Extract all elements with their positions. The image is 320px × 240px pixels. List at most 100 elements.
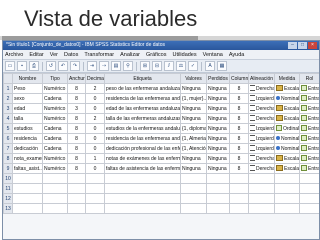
variable-values[interactable]: Ninguna [180, 163, 207, 174]
align-header[interactable]: Alineación [248, 73, 275, 84]
empty-cell[interactable] [180, 173, 207, 184]
empty-cell[interactable] [180, 193, 207, 204]
variable-columns[interactable]: 8 [229, 153, 249, 164]
insert-variable-icon[interactable]: ⊟ [152, 61, 162, 71]
empty-cell[interactable] [274, 183, 300, 194]
menu-item[interactable]: Archivo [5, 52, 23, 58]
empty-cell[interactable] [85, 173, 105, 184]
variable-role[interactable]: Entrada [299, 153, 319, 164]
row-number[interactable]: 3 [3, 103, 13, 114]
row-number[interactable]: 4 [3, 113, 13, 124]
type-header[interactable]: Tipo [42, 73, 68, 84]
variable-missing[interactable]: Ninguna [206, 103, 230, 114]
variable-decimals[interactable]: 0 [85, 103, 105, 114]
empty-cell[interactable] [12, 183, 43, 194]
variable-decimals[interactable]: 0 [85, 123, 105, 134]
empty-cell[interactable] [180, 183, 207, 194]
variable-measure[interactable]: Nominal [274, 143, 300, 154]
missing-header[interactable]: Perdidos [206, 73, 230, 84]
variable-decimals[interactable]: 0 [85, 163, 105, 174]
variable-measure[interactable]: Escala [274, 153, 300, 164]
variable-label[interactable]: residencia de las enfermeras andaluzas [104, 133, 181, 144]
variable-width[interactable]: 8 [67, 163, 86, 174]
label-header[interactable]: Etiqueta [104, 73, 181, 84]
variable-width[interactable]: 3 [67, 103, 86, 114]
variable-values[interactable]: {1, mujer}... [180, 93, 207, 104]
width-header[interactable]: Anchura [67, 73, 86, 84]
empty-cell[interactable] [206, 183, 230, 194]
undo-icon[interactable]: ↶ [58, 61, 68, 71]
empty-cell[interactable] [248, 183, 275, 194]
empty-cell[interactable] [229, 203, 249, 214]
variable-columns[interactable]: 8 [229, 103, 249, 114]
empty-cell[interactable] [248, 173, 275, 184]
empty-cell[interactable] [299, 173, 319, 184]
menu-item[interactable]: Gráficos [146, 52, 166, 58]
menu-item[interactable]: Utilidades [172, 52, 196, 58]
variable-missing[interactable]: Ninguna [206, 153, 230, 164]
empty-cell[interactable] [42, 183, 68, 194]
variable-decimals[interactable]: 1 [85, 153, 105, 164]
empty-cell[interactable] [229, 183, 249, 194]
variable-role[interactable]: Entrada [299, 93, 319, 104]
empty-cell[interactable] [42, 173, 68, 184]
variable-label[interactable]: dedicación profesional de las enfermeras… [104, 143, 181, 154]
variable-values[interactable]: Ninguna [180, 83, 207, 94]
variable-measure[interactable]: Nominal [274, 133, 300, 144]
variable-type[interactable]: Numérico [42, 113, 68, 124]
variable-name[interactable]: sexo [12, 93, 43, 104]
variable-label[interactable]: faltas de asistencia de las enfermeras a… [104, 163, 181, 174]
row-number[interactable]: 10 [3, 173, 13, 184]
variable-align[interactable]: Izquierda [248, 143, 275, 154]
variable-type[interactable]: Numérico [42, 83, 68, 94]
empty-cell[interactable] [104, 203, 181, 214]
row-number[interactable]: 1 [3, 83, 13, 94]
variable-name[interactable]: Peso [12, 83, 43, 94]
insert-cases-icon[interactable]: ⊞ [140, 61, 150, 71]
empty-cell[interactable] [206, 193, 230, 204]
variable-values[interactable]: Ninguna [180, 153, 207, 164]
variable-values[interactable]: {1, Atención... [180, 143, 207, 154]
name-header[interactable]: Nombre [12, 73, 43, 84]
empty-cell[interactable] [180, 203, 207, 214]
empty-cell[interactable] [299, 183, 319, 194]
variable-name[interactable]: estudios [12, 123, 43, 134]
empty-cell[interactable] [206, 203, 230, 214]
empty-cell[interactable] [85, 193, 105, 204]
goto-variable-icon[interactable]: ⇢ [99, 61, 109, 71]
variable-role[interactable]: Entrada [299, 113, 319, 124]
variable-type[interactable]: Cadena [42, 143, 68, 154]
variable-missing[interactable]: Ninguna [206, 113, 230, 124]
variable-width[interactable]: 8 [67, 83, 86, 94]
variable-measure[interactable]: Escala [274, 163, 300, 174]
variable-values[interactable]: Ninguna [180, 113, 207, 124]
empty-cell[interactable] [248, 203, 275, 214]
variable-name[interactable]: nota_examen [12, 153, 43, 164]
variable-label[interactable]: estudios de la enfermeras andaluzas [104, 123, 181, 134]
menu-item[interactable]: Ver [50, 52, 58, 58]
variable-name[interactable]: talla [12, 113, 43, 124]
find-icon[interactable]: ⚲ [123, 61, 133, 71]
variable-label[interactable]: edad de las enfermeras andaluzas [104, 103, 181, 114]
variable-width[interactable]: 8 [67, 123, 86, 134]
variable-type[interactable]: Numérico [42, 153, 68, 164]
variable-missing[interactable]: Ninguna [206, 163, 230, 174]
variable-align[interactable]: Izquierda [248, 123, 275, 134]
variable-label[interactable]: talla de las enfermeras andaluzas en met… [104, 113, 181, 124]
variable-role[interactable]: Entrada [299, 83, 319, 94]
goto-case-icon[interactable]: ⇥ [87, 61, 97, 71]
empty-cell[interactable] [229, 173, 249, 184]
measure-header[interactable]: Medida [274, 73, 300, 84]
variable-align[interactable]: Izquierda [248, 93, 275, 104]
menu-item[interactable]: Transformar [84, 52, 114, 58]
row-number[interactable]: 11 [3, 183, 13, 194]
row-number[interactable]: 8 [3, 153, 13, 164]
variable-columns[interactable]: 8 [229, 123, 249, 134]
row-number-header[interactable] [3, 73, 13, 84]
variable-values[interactable]: {1, diplomad... [180, 123, 207, 134]
empty-cell[interactable] [42, 193, 68, 204]
weight-cases-icon[interactable]: ⚖ [176, 61, 186, 71]
empty-cell[interactable] [67, 183, 86, 194]
variable-measure[interactable]: Escala [274, 113, 300, 124]
variable-missing[interactable]: Ninguna [206, 83, 230, 94]
